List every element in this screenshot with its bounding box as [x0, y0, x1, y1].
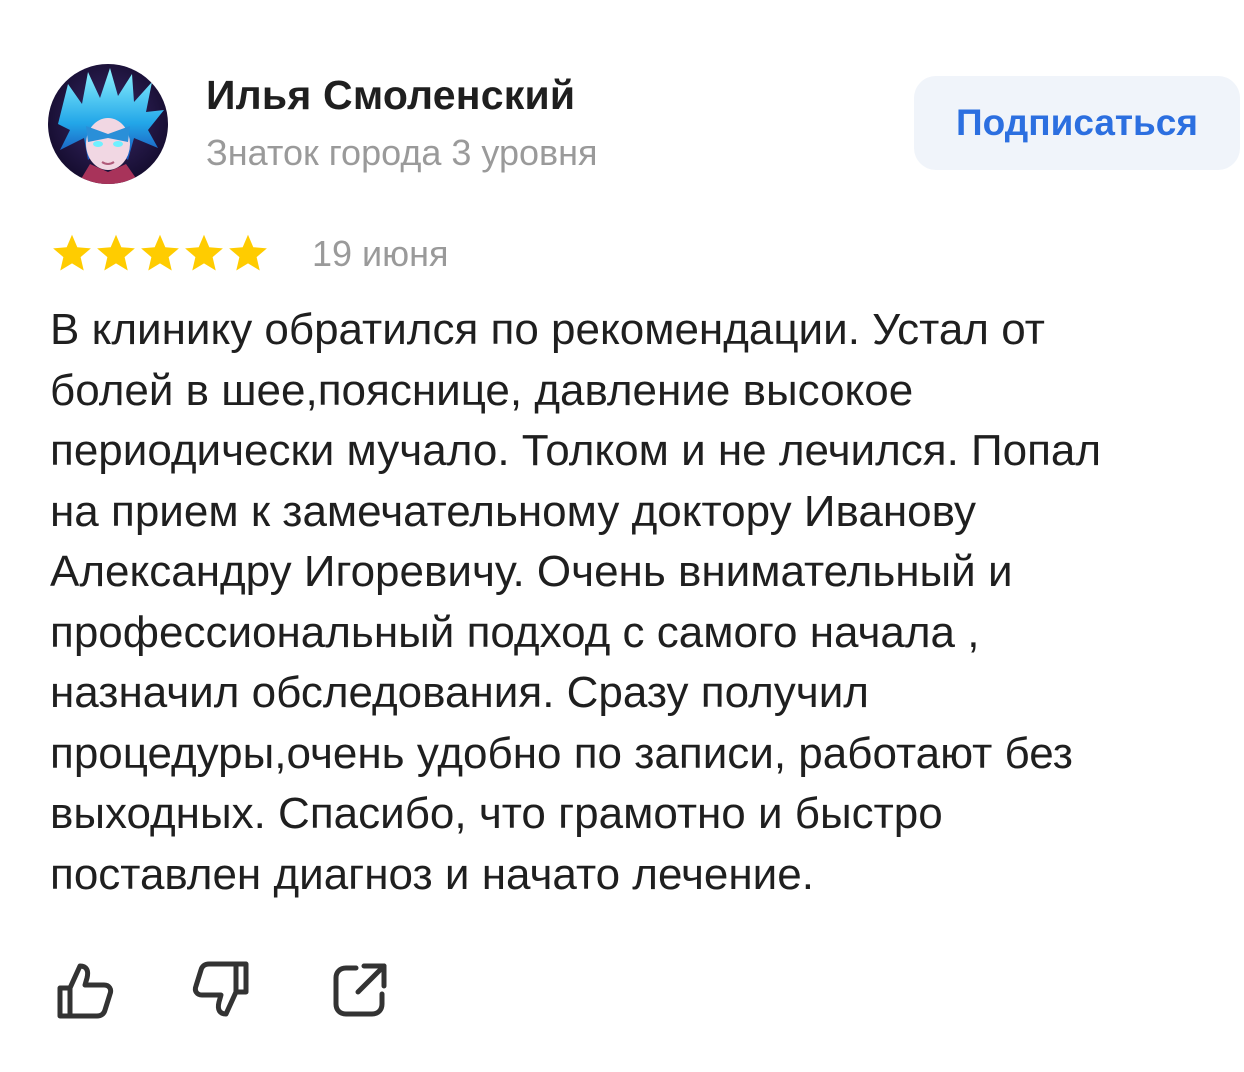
- review-text-line: профессиональный подход с самого начала …: [50, 607, 980, 657]
- review-text: В клинику обратился по рекомендации. Уст…: [50, 300, 1210, 905]
- review-text-line: периодически мучало. Толком и не лечился…: [50, 426, 1102, 475]
- review-text-line: В клинику обратился по рекомендации. Уст…: [50, 305, 1045, 354]
- review-text-line: Александру Игоревичу. Очень внимательный…: [50, 547, 1013, 596]
- review-text-line: болей в шее,пояснице, давление высокое: [50, 365, 914, 415]
- star-icon: [229, 234, 267, 271]
- review-text-line: процедуры,очень удобно по записи, работа…: [50, 728, 1073, 778]
- review-text-line: назначил обследования. Сразу получил: [50, 668, 869, 717]
- star-icon: [141, 234, 179, 271]
- author-name[interactable]: Илья Смоленский: [206, 72, 575, 119]
- star-icon: [185, 234, 223, 271]
- share-button[interactable]: [328, 958, 392, 1022]
- review-text-line: поставлен диагноз и начато лечение.: [50, 849, 814, 899]
- thumbs-down-icon: [192, 961, 249, 1017]
- review-date: 19 июня: [312, 233, 449, 274]
- subscribe-button[interactable]: Подписаться: [914, 76, 1240, 170]
- anime-avatar-icon: [48, 64, 168, 184]
- like-button[interactable]: [52, 958, 116, 1022]
- rating-row: 19 июня: [50, 230, 449, 278]
- review-text-line: выходных. Спасибо, что грамотно и быстро: [50, 789, 943, 838]
- star-rating: [50, 232, 270, 276]
- review-header: Илья Смоленский Знаток города 3 уровня П…: [48, 64, 1244, 188]
- thumbs-up-icon: [57, 963, 114, 1019]
- share-icon: [333, 963, 387, 1017]
- review-text-line: на прием к замечательному доктору Иванов…: [50, 486, 976, 536]
- avatar[interactable]: [48, 64, 168, 184]
- author-level: Знаток города 3 уровня: [206, 132, 598, 173]
- dislike-button[interactable]: [190, 958, 254, 1022]
- star-icon: [53, 234, 91, 271]
- star-icon: [97, 234, 135, 271]
